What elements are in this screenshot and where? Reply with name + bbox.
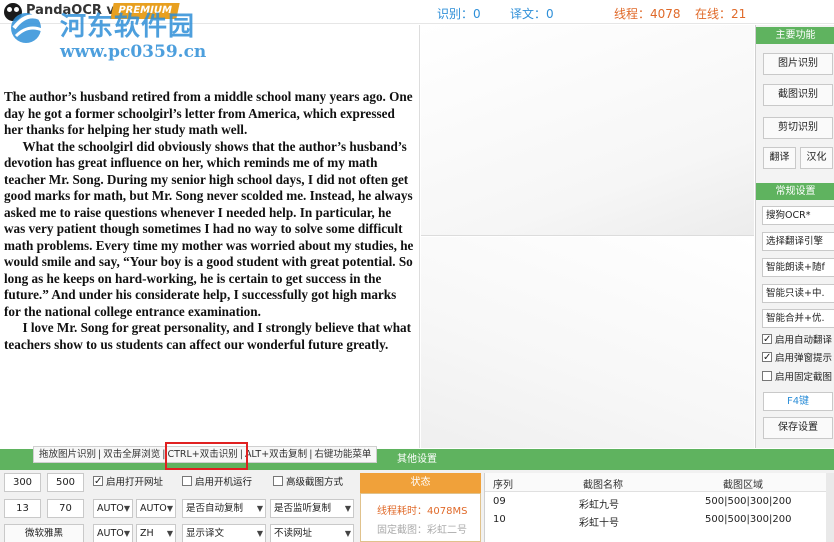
translation-result-textarea[interactable] [421,237,754,448]
popup-hint-checkbox[interactable]: 启用弹窗提示 [762,351,834,366]
cell-area: 500|500|300|200 [705,514,792,525]
checkbox-unchecked-icon[interactable] [182,476,192,486]
table-row[interactable]: 10 彩虹十号 500|500|300|200 [485,513,834,529]
auto-select-1[interactable]: AUTO ▼ [93,499,133,518]
checkbox-unchecked-icon[interactable] [762,371,772,381]
chevron-down-icon: ▼ [166,529,173,538]
fixed-screenshot-text: 固定截图：彩虹二号 [377,525,467,536]
source-language-select[interactable]: AUTO ▼ [93,524,133,542]
height-field[interactable]: 500 [47,473,84,492]
column-header-name[interactable]: 截图名称 [583,476,623,491]
chevron-down-icon: ▼ [123,504,130,513]
chevron-down-icon: ▼ [344,529,351,538]
open-url-checkbox[interactable]: 启用打开网址 [93,474,163,490]
startup-checkbox[interactable]: 启用开机运行 [182,475,252,490]
cell-name: 彩虹十号 [579,518,619,529]
auto-translate-checkbox[interactable]: 启用自动翻译 [762,333,834,348]
column-header-area[interactable]: 截图区域 [723,476,763,491]
checkbox-checked-icon[interactable] [762,333,772,347]
hotkey-field[interactable]: F4键 [763,392,833,411]
translate-button[interactable]: 翻译 [763,147,796,169]
read-url-select[interactable]: 不读网址 ▼ [270,524,354,542]
table-row[interactable]: 09 彩虹九号 500|500|300|200 [485,495,834,511]
source-image-text: The author’s husband retired from a midd… [4,89,414,353]
read-mode-select[interactable]: 智能朗读+随f [762,258,834,277]
paragraph-1: The author’s husband retired from a midd… [4,89,413,137]
column-header-seq[interactable]: 序列 [493,476,513,491]
watermark-site-name: 河东软件园 [60,12,196,42]
cell-seq: 09 [493,496,506,507]
thread-time-text: 线程耗时：4078MS [377,506,468,517]
general-settings-header: 常规设置 [756,183,834,200]
highlight-box [165,442,248,470]
hint-alt-double-click: ALT+双击复制 [244,449,308,460]
result-pane [421,25,754,448]
cell-name: 彩虹九号 [579,500,619,511]
cell-area: 500|500|300|200 [705,496,792,507]
status-header: 状态 [360,473,481,493]
advanced-screenshot-checkbox[interactable]: 高级截图方式 [273,475,343,490]
table-header: 序列 截图名称 截图区域 [485,473,834,492]
auto-select-2[interactable]: AUTO ▼ [136,499,176,518]
offset-y-field[interactable]: 70 [47,499,84,518]
merge-mode-select[interactable]: 智能合并+优. [762,309,834,328]
screenshot-presets-table[interactable]: 序列 截图名称 截图区域 09 彩虹九号 500|500|300|200 10 … [484,473,834,542]
save-settings-button[interactable]: 保存设置 [763,417,833,439]
chinese-button[interactable]: 汉化 [800,147,833,169]
thread-count: 线程：4078 [614,7,681,21]
image-ocr-button[interactable]: 图片识别 [763,53,833,75]
offset-x-field[interactable]: 13 [4,499,41,518]
chevron-down-icon: ▼ [256,504,263,513]
chevron-down-icon: ▼ [123,529,130,538]
translate-count: 译文：0 [510,7,554,21]
screenshot-ocr-button[interactable]: 截图识别 [763,84,833,106]
table-scrollbar[interactable] [826,473,834,542]
auto-copy-select[interactable]: 是否自动复制 ▼ [182,499,266,518]
ocr-engine-select[interactable]: 搜狗OCR* [762,206,834,225]
read-only-select[interactable]: 智能只读+中. [762,284,834,303]
online-count: 在线：21 [695,7,747,21]
checkbox-checked-icon[interactable] [93,474,103,489]
fixed-screenshot-checkbox[interactable]: 启用固定截图 [762,370,834,385]
chevron-down-icon: ▼ [166,504,173,513]
target-language-select[interactable]: ZH ▼ [136,524,176,542]
recognize-count: 识别：0 [437,7,481,21]
right-sidebar: 主要功能 图片识别 截图识别 剪切识别 翻译 汉化 常规设置 搜狗OCR* 选择… [755,25,834,448]
hint-drag-image: 拖放图片识别 [39,449,97,460]
width-field[interactable]: 300 [4,473,41,492]
chevron-down-icon: ▼ [256,529,263,538]
checkbox-unchecked-icon[interactable] [273,476,283,486]
cell-seq: 10 [493,514,506,525]
paragraph-3: I love Mr. Song for great personality, a… [4,320,412,352]
status-panel: 线程耗时：4078MS 固定截图：彩虹二号 [360,493,481,542]
watermark-url: www.pc0359.cn [60,42,207,62]
image-preview-pane[interactable]: The author’s husband retired from a midd… [0,25,420,448]
checkbox-checked-icon[interactable] [762,351,772,365]
listen-copy-select[interactable]: 是否监听复制 ▼ [270,499,354,518]
clipboard-ocr-button[interactable]: 剪切识别 [763,117,833,139]
show-translation-select[interactable]: 显示译文 ▼ [182,524,266,542]
translate-engine-select[interactable]: 选择翻译引擎 [762,232,834,251]
watermark-logo-icon [11,13,43,43]
paragraph-2: What the schoolgirl did obviously shows … [4,138,414,319]
hint-right-click-menu: 右键功能菜单 [314,449,372,460]
font-select-button[interactable]: 微软雅黑 [4,524,84,542]
hint-double-click-fullscreen: 双击全屏浏览 [103,449,161,460]
chevron-down-icon: ▼ [344,504,351,513]
main-functions-header: 主要功能 [756,27,834,44]
ocr-result-textarea[interactable] [421,25,754,236]
